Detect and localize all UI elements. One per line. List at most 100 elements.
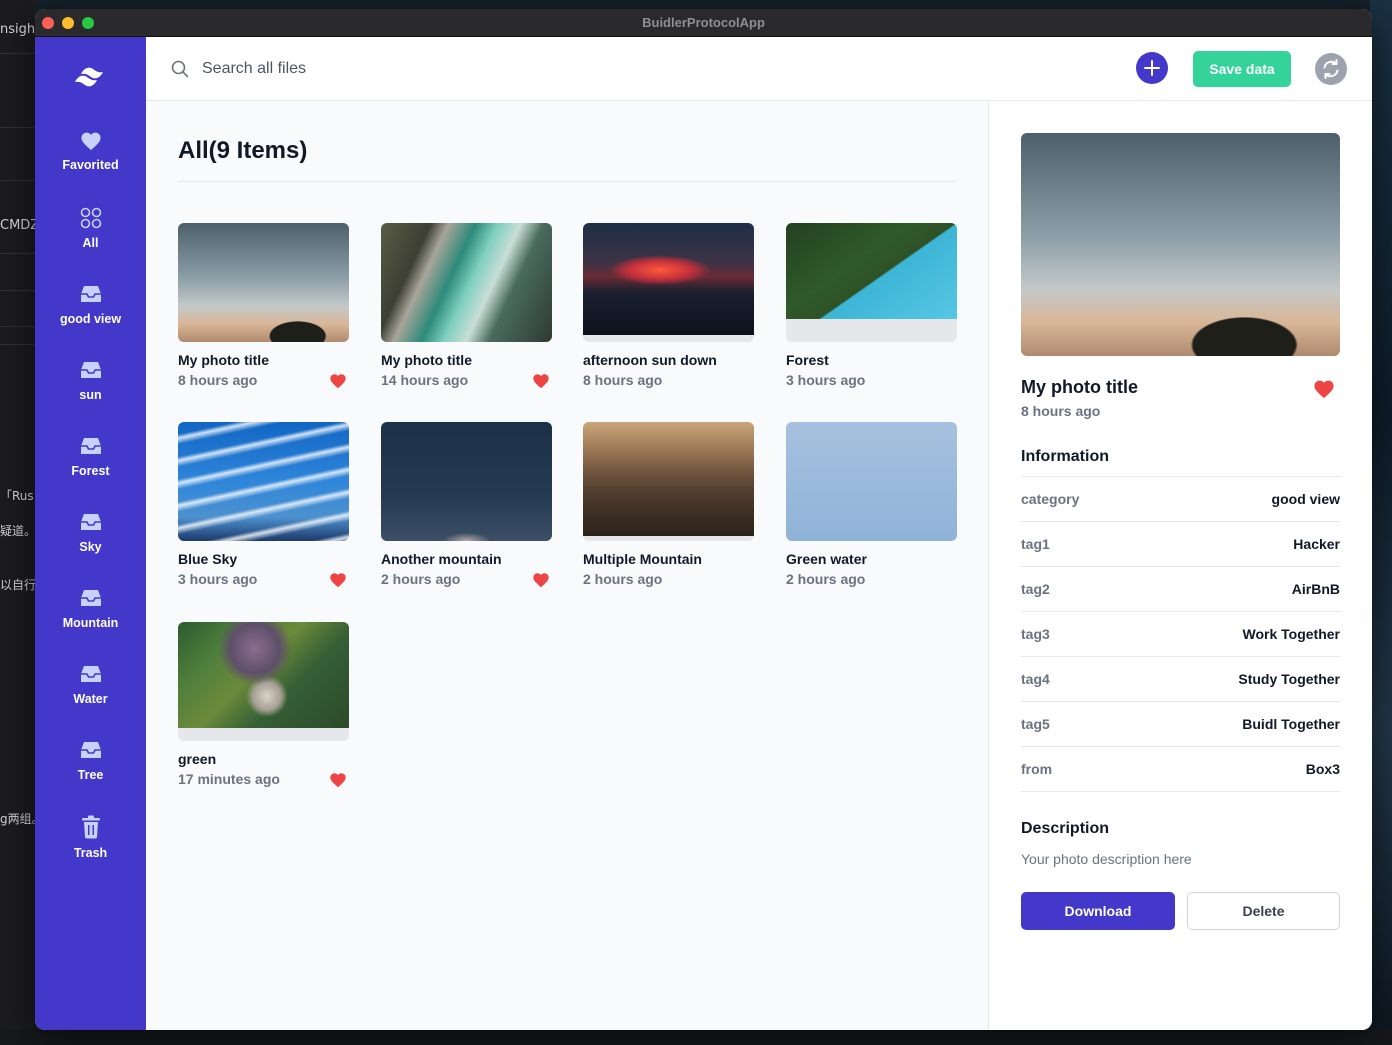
sidebar-item-label: Water <box>73 692 108 706</box>
delete-button[interactable]: Delete <box>1187 892 1340 930</box>
info-key: from <box>1021 761 1053 777</box>
detail-image <box>1021 133 1340 356</box>
info-key: category <box>1021 491 1080 507</box>
app-window: BuidlerProtocolApp Favorited All good vi… <box>35 9 1372 1030</box>
information-list: category good view tag1 Hacker tag2 AirB… <box>1021 476 1340 792</box>
file-title: My photo title <box>381 352 472 368</box>
inbox-icon <box>80 438 101 454</box>
desktop-background-right <box>1370 0 1392 1045</box>
desktop-text-fragment: nsigh <box>0 22 36 37</box>
file-thumbnail <box>381 223 552 342</box>
info-key: tag1 <box>1021 536 1050 552</box>
description-heading: Description <box>1021 820 1110 837</box>
file-card[interactable]: Forest 3 hours ago <box>786 223 957 398</box>
inbox-icon <box>80 742 101 758</box>
sidebar-item-forest[interactable]: Forest <box>35 435 146 495</box>
info-value: Box3 <box>1305 761 1340 777</box>
window-title: BuidlerProtocolApp <box>642 15 765 30</box>
info-row: tag3 Work Together <box>1021 612 1340 657</box>
description-text: Your photo description here <box>1021 851 1192 867</box>
file-time: 2 hours ago <box>786 571 866 587</box>
desktop-text-fragment: CMDZ <box>0 218 40 233</box>
file-card[interactable]: My photo title 8 hours ago <box>178 223 349 398</box>
inbox-icon <box>80 590 101 606</box>
info-row: tag1 Hacker <box>1021 522 1340 567</box>
sidebar-item-label: Sky <box>79 540 102 554</box>
search-input[interactable] <box>202 55 802 83</box>
info-key: tag3 <box>1021 626 1050 642</box>
sidebar-item-label: Tree <box>77 768 104 782</box>
refresh-button[interactable] <box>1315 53 1347 85</box>
info-row: tag5 Buidl Together <box>1021 702 1340 747</box>
page-title: All(9 Items) <box>178 137 308 164</box>
refresh-icon <box>1323 59 1339 79</box>
sidebar-item-label: Favorited <box>62 158 119 172</box>
sidebar-item-mountain[interactable]: Mountain <box>35 587 146 647</box>
heart-icon[interactable] <box>1313 379 1335 399</box>
file-card[interactable]: Green water 2 hours ago <box>786 422 957 597</box>
desktop-background-bottom <box>0 1029 1392 1045</box>
file-thumbnail <box>178 422 349 541</box>
heart-icon[interactable] <box>329 772 347 788</box>
add-button[interactable] <box>1136 52 1168 84</box>
file-title: Blue Sky <box>178 551 238 567</box>
file-thumbnail <box>178 223 349 342</box>
search-icon <box>171 60 189 78</box>
sidebar-item-good-view[interactable]: good view <box>35 283 146 343</box>
download-button[interactable]: Download <box>1021 892 1175 930</box>
file-card[interactable]: green 17 minutes ago <box>178 622 349 797</box>
file-time: 8 hours ago <box>583 372 663 388</box>
file-time: 3 hours ago <box>786 372 866 388</box>
info-value: good view <box>1271 491 1340 507</box>
sidebar-item-water[interactable]: Water <box>35 663 146 723</box>
detail-time: 8 hours ago <box>1021 403 1101 419</box>
info-value: Work Together <box>1242 626 1341 642</box>
file-thumbnail <box>583 223 754 342</box>
info-row: from Box3 <box>1021 747 1340 792</box>
window-titlebar: BuidlerProtocolApp <box>35 9 1372 37</box>
file-card[interactable]: Blue Sky 3 hours ago <box>178 422 349 597</box>
heart-icon[interactable] <box>532 373 550 389</box>
sidebar-item-all[interactable]: All <box>35 207 146 267</box>
sidebar-item-label: sun <box>79 388 102 402</box>
info-value: AirBnB <box>1291 581 1340 597</box>
plus-icon <box>1144 60 1160 76</box>
file-title: afternoon sun down <box>583 352 717 368</box>
sidebar-item-label: Mountain <box>62 616 119 630</box>
sidebar-item-trash[interactable]: Trash <box>35 815 146 875</box>
file-thumbnail <box>381 422 552 541</box>
file-time: 17 minutes ago <box>178 771 280 787</box>
file-card[interactable]: My photo title 14 hours ago <box>381 223 552 398</box>
file-card[interactable]: Another mountain 2 hours ago <box>381 422 552 597</box>
save-data-button[interactable]: Save data <box>1193 51 1291 87</box>
file-time: 2 hours ago <box>381 571 461 587</box>
tailwind-logo-icon <box>75 67 103 87</box>
file-time: 3 hours ago <box>178 571 258 587</box>
info-key: tag2 <box>1021 581 1050 597</box>
heart-icon[interactable] <box>329 373 347 389</box>
sidebar-item-tree[interactable]: Tree <box>35 739 146 799</box>
file-title: Forest <box>786 352 829 368</box>
heart-icon[interactable] <box>532 572 550 588</box>
sidebar-item-sky[interactable]: Sky <box>35 511 146 571</box>
sidebar-item-favorited[interactable]: Favorited <box>35 131 146 191</box>
heart-icon[interactable] <box>329 572 347 588</box>
file-card[interactable]: Multiple Mountain 2 hours ago <box>583 422 754 597</box>
sidebar: Favorited All good view sun Forest Sky M… <box>35 37 146 1030</box>
file-card[interactable]: afternoon sun down 8 hours ago <box>583 223 754 398</box>
file-gallery: All(9 Items) My photo title 8 hours ago … <box>146 101 988 1030</box>
inbox-icon <box>80 286 101 302</box>
file-title: My photo title <box>178 352 269 368</box>
file-title: Another mountain <box>381 551 502 567</box>
sidebar-item-label: Trash <box>73 846 108 860</box>
sidebar-item-label: All <box>82 236 99 250</box>
file-thumbnail <box>178 622 349 741</box>
sidebar-item-sun[interactable]: sun <box>35 359 146 419</box>
inbox-icon <box>80 514 101 530</box>
file-thumbnail <box>583 422 754 541</box>
info-key: tag5 <box>1021 716 1050 732</box>
desktop-background-left: nsigh CMDZ 「Rus 疑道。无 以自行 g两组。 <box>0 0 48 1045</box>
top-bar: Save data <box>146 37 1372 101</box>
info-value: Buidl Together <box>1242 716 1340 732</box>
heart-icon <box>80 132 101 151</box>
